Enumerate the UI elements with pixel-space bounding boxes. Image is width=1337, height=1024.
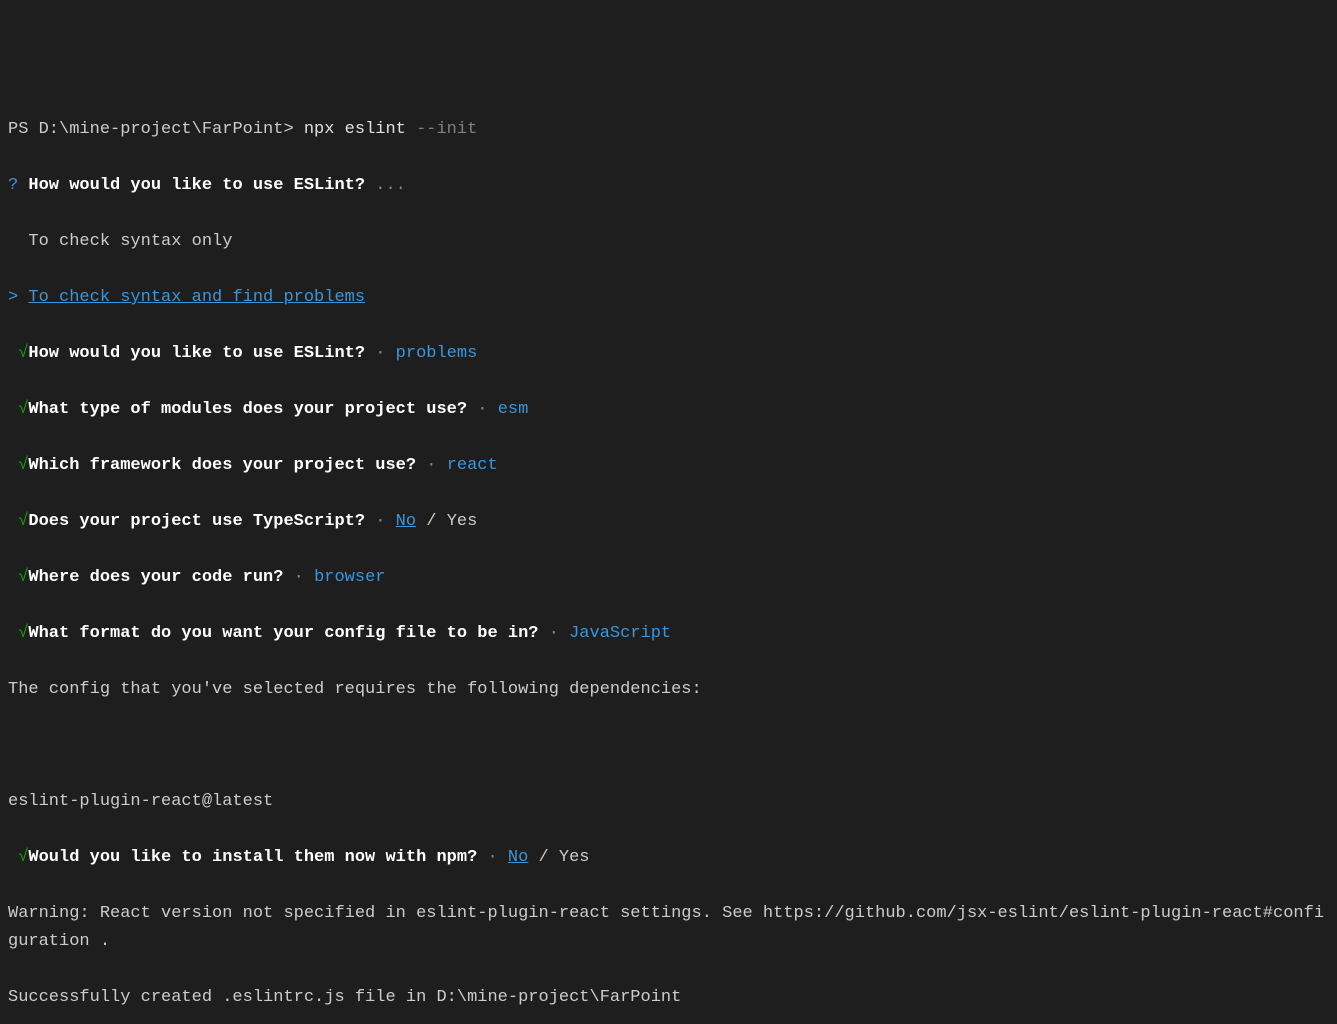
ellipsis: ... (375, 176, 406, 195)
deps-message: The config that you've selected requires… (8, 676, 1329, 704)
separator: / (416, 512, 447, 531)
q-answer-no: No (396, 512, 416, 531)
check-icon: √ (18, 456, 28, 475)
q-label: What type of modules does your project u… (28, 400, 467, 419)
check-icon: √ (18, 624, 28, 643)
q-answer-yes: Yes (559, 848, 590, 867)
q-answer-no: No (508, 848, 528, 867)
q-answer: JavaScript (569, 624, 671, 643)
command: npx eslint (304, 120, 416, 139)
ps-prefix: PS (8, 120, 39, 139)
blank-line (8, 732, 1329, 760)
separator: / (528, 848, 559, 867)
q-label: Where does your code run? (28, 568, 283, 587)
q-label: How would you like to use ESLint? (28, 344, 365, 363)
answered-runtime: √Where does your code run? · browser (8, 564, 1329, 592)
bullet-icon: · (477, 848, 508, 867)
q-answer-yes: Yes (447, 512, 478, 531)
question-text: How would you like to use ESLint? (18, 176, 375, 195)
q-label: What format do you want your config file… (28, 624, 538, 643)
prompt-line-1: PS D:\mine-project\FarPoint> npx eslint … (8, 116, 1329, 144)
bullet-icon: · (365, 344, 396, 363)
bullet-icon: · (365, 512, 396, 531)
option-syntax-problems[interactable]: > To check syntax and find problems (8, 284, 1329, 312)
q-answer: browser (314, 568, 385, 587)
check-icon: √ (18, 344, 28, 363)
option-syntax-only[interactable]: To check syntax only (8, 228, 1329, 256)
check-icon: √ (18, 568, 28, 587)
q-answer: esm (498, 400, 529, 419)
bullet-icon: · (283, 568, 314, 587)
bullet-icon: · (539, 624, 570, 643)
q-answer: react (447, 456, 498, 475)
q-label: Which framework does your project use? (28, 456, 416, 475)
option-label: To check syntax and find problems (28, 288, 365, 307)
answered-use: √How would you like to use ESLint? · pro… (8, 340, 1329, 368)
question-prompt: ? How would you like to use ESLint? ... (8, 172, 1329, 200)
warning-message: Warning: React version not specified in … (8, 900, 1329, 956)
answered-modules: √What type of modules does your project … (8, 396, 1329, 424)
command-flag: --init (416, 120, 477, 139)
deps-list: eslint-plugin-react@latest (8, 788, 1329, 816)
check-icon: √ (18, 512, 28, 531)
q-answer: problems (396, 344, 478, 363)
answered-install: √Would you like to install them now with… (8, 844, 1329, 872)
check-icon: √ (18, 400, 28, 419)
question-mark-icon: ? (8, 176, 18, 195)
q-label: Would you like to install them now with … (28, 848, 477, 867)
bullet-icon: · (416, 456, 447, 475)
bullet-icon: · (467, 400, 498, 419)
answered-typescript: √Does your project use TypeScript? · No … (8, 508, 1329, 536)
answered-format: √What format do you want your config fil… (8, 620, 1329, 648)
answered-framework: √Which framework does your project use? … (8, 452, 1329, 480)
check-icon: √ (18, 848, 28, 867)
q-label: Does your project use TypeScript? (28, 512, 365, 531)
success-message: Successfully created .eslintrc.js file i… (8, 984, 1329, 1012)
selection-arrow-icon: > (8, 288, 28, 307)
cwd-path: D:\mine-project\FarPoint> (39, 120, 304, 139)
